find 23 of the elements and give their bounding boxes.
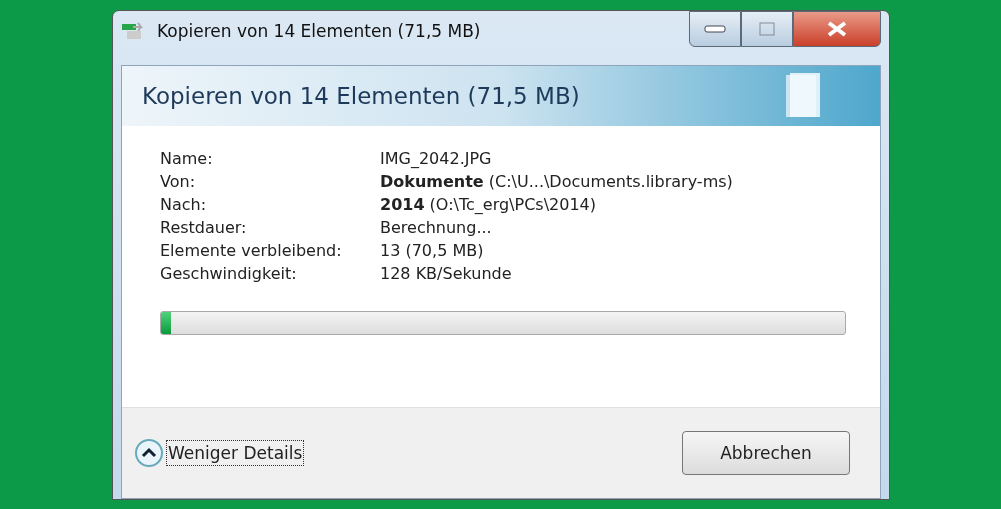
minimize-icon xyxy=(704,25,726,33)
document-icon xyxy=(786,73,820,119)
detail-label: Elemente verbleibend: xyxy=(160,240,343,262)
detail-label: Geschwindigkeit: xyxy=(160,263,298,285)
maximize-icon xyxy=(759,22,775,36)
detail-value: 2014 (O:\Tc_erg\PCs\2014) xyxy=(380,194,597,216)
minimize-button[interactable] xyxy=(689,11,741,47)
detail-label: Restdauer: xyxy=(160,217,248,239)
collapse-icon xyxy=(134,438,164,468)
detail-value: 128 KB/Sekunde xyxy=(380,263,513,285)
maximize-button[interactable] xyxy=(741,11,793,47)
close-button[interactable] xyxy=(793,11,881,47)
detail-label: Name: xyxy=(160,148,214,170)
detail-value: 13 (70,5 MB) xyxy=(380,240,485,262)
detail-label: Von: xyxy=(160,171,197,193)
close-icon xyxy=(826,20,848,38)
detail-value: IMG_2042.JPG xyxy=(380,148,493,170)
cancel-button[interactable]: Abbrechen xyxy=(682,431,850,475)
detail-value: Dokumente (C:\U...\Documents.library-ms) xyxy=(380,171,734,193)
detail-label: Nach: xyxy=(160,194,208,216)
window-title: Kopieren von 14 Elementen (71,5 MB) xyxy=(157,21,482,41)
header-title: Kopieren von 14 Elementen (71,5 MB) xyxy=(142,83,580,109)
detail-value: Berechnung... xyxy=(380,217,493,239)
